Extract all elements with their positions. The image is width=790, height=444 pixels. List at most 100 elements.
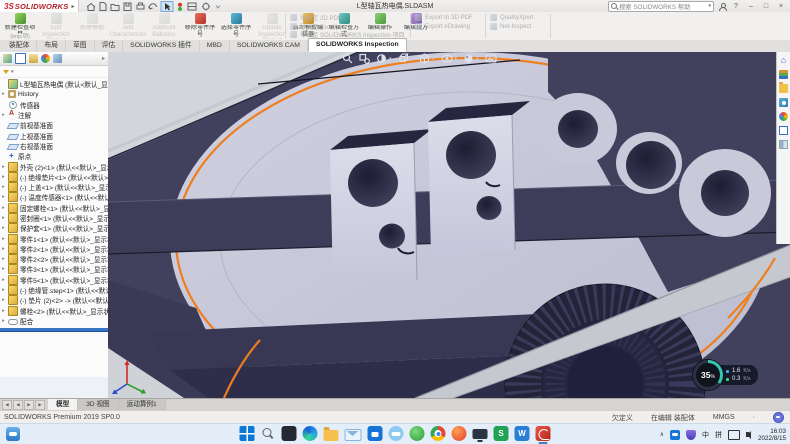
login-person-icon[interactable] <box>719 3 726 10</box>
save-icon[interactable] <box>124 3 131 11</box>
new-doc-icon[interactable] <box>100 2 106 10</box>
ribbon-button[interactable]: 新建模板 <box>74 12 110 40</box>
filter-funnel-icon[interactable] <box>3 70 9 74</box>
feature-tree-item[interactable]: ▸ (-) 绝缘管.step<1> (默认<<默认>_显 <box>0 285 108 295</box>
manager-tabs-overflow-arrow[interactable]: ▸ <box>102 55 105 62</box>
taskbar-app-icon[interactable] <box>261 426 276 441</box>
taskbar-app-icon[interactable] <box>389 426 404 441</box>
command-tab[interactable]: 评估 <box>95 40 124 52</box>
ribbon-button[interactable]: 选择零件序号 <box>218 12 254 40</box>
configuration-manager-tab-icon[interactable] <box>29 54 38 63</box>
feature-manager-tab-icon[interactable] <box>3 54 12 63</box>
feature-tree-item[interactable]: ▸ 传感器 <box>0 100 108 110</box>
command-tab[interactable]: 草图 <box>66 40 95 52</box>
view-palette-icon[interactable] <box>779 98 788 107</box>
export-menu-item[interactable]: Net-Inspect <box>490 23 546 31</box>
headsup-caret[interactable]: ▾ <box>476 56 479 62</box>
command-tab[interactable]: MBD <box>200 40 230 52</box>
zoom-area-icon[interactable] <box>359 53 370 64</box>
feature-tree-item[interactable]: ▸ 上视基准面 <box>0 130 108 140</box>
feature-tree-item[interactable]: ▸ 零件5<1> (默认<<默认>_显示状态 <box>0 275 108 285</box>
search-box[interactable]: 搜索 SOLIDWORKS 帮助 ▾ <box>608 1 714 12</box>
rollback-bar[interactable] <box>0 328 108 331</box>
tab-scroll-prev[interactable]: ◀ <box>13 400 23 410</box>
headsup-caret[interactable]: ▾ <box>389 56 392 62</box>
command-tab[interactable]: 装配体 <box>2 40 37 52</box>
scene-icon[interactable] <box>485 53 497 64</box>
taskbar-app-icon[interactable]: W <box>515 426 530 441</box>
taskbar-app-icon[interactable] <box>473 429 488 439</box>
tab-scroll-next[interactable]: ▶ <box>24 400 34 410</box>
forum-pane-icon[interactable] <box>779 140 788 149</box>
ribbon-button[interactable]: Add/Edit Balloons <box>146 12 182 40</box>
headsup-caret[interactable]: ▾ <box>411 56 414 62</box>
feature-tree-item[interactable]: ▸ 右视基准面 <box>0 141 108 151</box>
home-icon[interactable] <box>87 3 95 10</box>
feature-tree-item[interactable]: ▸ (-) 上盖<1> (默认<<默认>_显示状态 <box>0 182 108 192</box>
feature-tree-item[interactable]: ▸ 固定螺栓<1> (默认<<默认>_显示状 <box>0 203 108 213</box>
command-tab[interactable]: 布局 <box>37 40 66 52</box>
taskbar-app-icon[interactable] <box>240 426 255 441</box>
custom-properties-icon[interactable] <box>779 126 788 135</box>
feature-tree-item[interactable]: ▸ (-) 垫片 (2)<2> -> (默认<<默认>_显 <box>0 295 108 305</box>
feature-tree-item[interactable]: ▸ 保护套<1> (默认<<默认>_显示状态 <box>0 223 108 233</box>
taskbar-app-icon[interactable] <box>536 426 551 441</box>
taskbar-app-icon[interactable] <box>368 426 383 441</box>
ribbon-button[interactable]: 新建检查项目 (imp;项) <box>2 12 38 40</box>
cast-screen-icon[interactable] <box>728 430 740 440</box>
appearances-icon[interactable] <box>463 53 474 64</box>
command-tab[interactable]: SOLIDWORKS CAM <box>230 40 308 52</box>
display-style-icon[interactable] <box>419 53 430 64</box>
file-explorer-icon[interactable] <box>779 84 788 93</box>
feature-tree-item[interactable]: ▸ L型轴瓦热电偶 (默认<默认_显示状态-1>) <box>0 79 108 89</box>
feature-tree-item[interactable]: ▸ 零件3<1> (默认<<默认>_显示状态 <box>0 264 108 274</box>
ribbon-button[interactable]: Add Characteristic <box>110 12 146 40</box>
open-folder-icon[interactable] <box>111 4 119 10</box>
close-button[interactable]: × <box>776 3 786 10</box>
undo-icon[interactable] <box>149 3 157 8</box>
search-caret-icon[interactable]: ▾ <box>708 3 711 9</box>
taskbar-app-icon[interactable] <box>324 430 339 441</box>
help-button[interactable]: ? <box>731 3 741 10</box>
graphics-viewport[interactable]: ▾ ▾ ▾ ▾ ▾ ⌂ <box>108 52 790 398</box>
resources-home-icon[interactable]: ⌂ <box>779 56 788 65</box>
qa-dropdown-caret[interactable] <box>216 5 220 8</box>
ime-mode-indicator[interactable]: 拼 <box>715 430 722 440</box>
tray-overflow-caret[interactable]: ∧ <box>660 431 664 438</box>
feature-tree-item[interactable]: ▸ 零件1<1> (默认<<默认>_显示状态 <box>0 233 108 243</box>
performance-red-icon[interactable] <box>178 2 182 6</box>
hide-show-items-icon[interactable] <box>441 53 453 64</box>
ribbon-button[interactable]: Edit Inspection Project <box>38 12 74 40</box>
feature-tree-item[interactable]: ▸ 原点 <box>0 151 108 161</box>
cloud-sync-icon[interactable] <box>670 430 680 440</box>
zoom-fit-icon[interactable] <box>342 53 353 64</box>
security-shield-icon[interactable] <box>686 430 696 440</box>
feature-tree-item[interactable]: ▸ (-) 温度传感器<1> (默认<<默认>_显 <box>0 192 108 202</box>
design-library-icon[interactable] <box>779 70 788 79</box>
filter-caret-icon[interactable]: ▾ <box>11 69 14 75</box>
performance-green-icon[interactable] <box>178 7 182 11</box>
tab-scroll-buttons[interactable]: ◀ ◀ ▶ ▶ <box>2 400 45 410</box>
export-menu-item[interactable]: QualityXpert <box>490 14 546 22</box>
tab-scroll-first[interactable]: ◀ <box>2 400 12 410</box>
display-manager-tab-icon[interactable] <box>41 54 50 63</box>
taskbar-app-icon[interactable] <box>431 426 446 441</box>
print-icon[interactable] <box>137 3 144 9</box>
taskbar-app-icon[interactable] <box>410 426 425 441</box>
speaker-icon[interactable] <box>746 432 749 437</box>
options-gear-icon[interactable] <box>203 3 209 9</box>
feature-tree-item[interactable]: ▸ 配合 <box>0 316 108 326</box>
export-menu-item[interactable]: Export to 3D PDF <box>415 14 481 22</box>
property-manager-tab-icon[interactable] <box>15 53 26 64</box>
taskbar-app-icon[interactable] <box>345 429 362 441</box>
units-selector[interactable]: MMGS <box>713 414 735 421</box>
headsup-caret[interactable]: ▾ <box>432 56 435 62</box>
feature-tree-item[interactable]: ▸ 螺栓<2> (默认<<默认>_显示状态 <box>0 306 108 316</box>
tab-scroll-last[interactable]: ▶ <box>35 400 45 410</box>
feature-tree-item[interactable]: ▸ (-) 绝缘垫片<1> (默认<<默认>_显示 <box>0 172 108 182</box>
feature-tree-item[interactable]: ▸ 密封圈<1> (默认<<默认>_显示状态 <box>0 213 108 223</box>
taskbar-app-icon[interactable] <box>303 426 318 441</box>
headsup-caret[interactable]: ▾ <box>455 56 458 62</box>
appearances-scenes-icon[interactable] <box>779 112 788 121</box>
section-view-icon[interactable] <box>376 53 387 64</box>
